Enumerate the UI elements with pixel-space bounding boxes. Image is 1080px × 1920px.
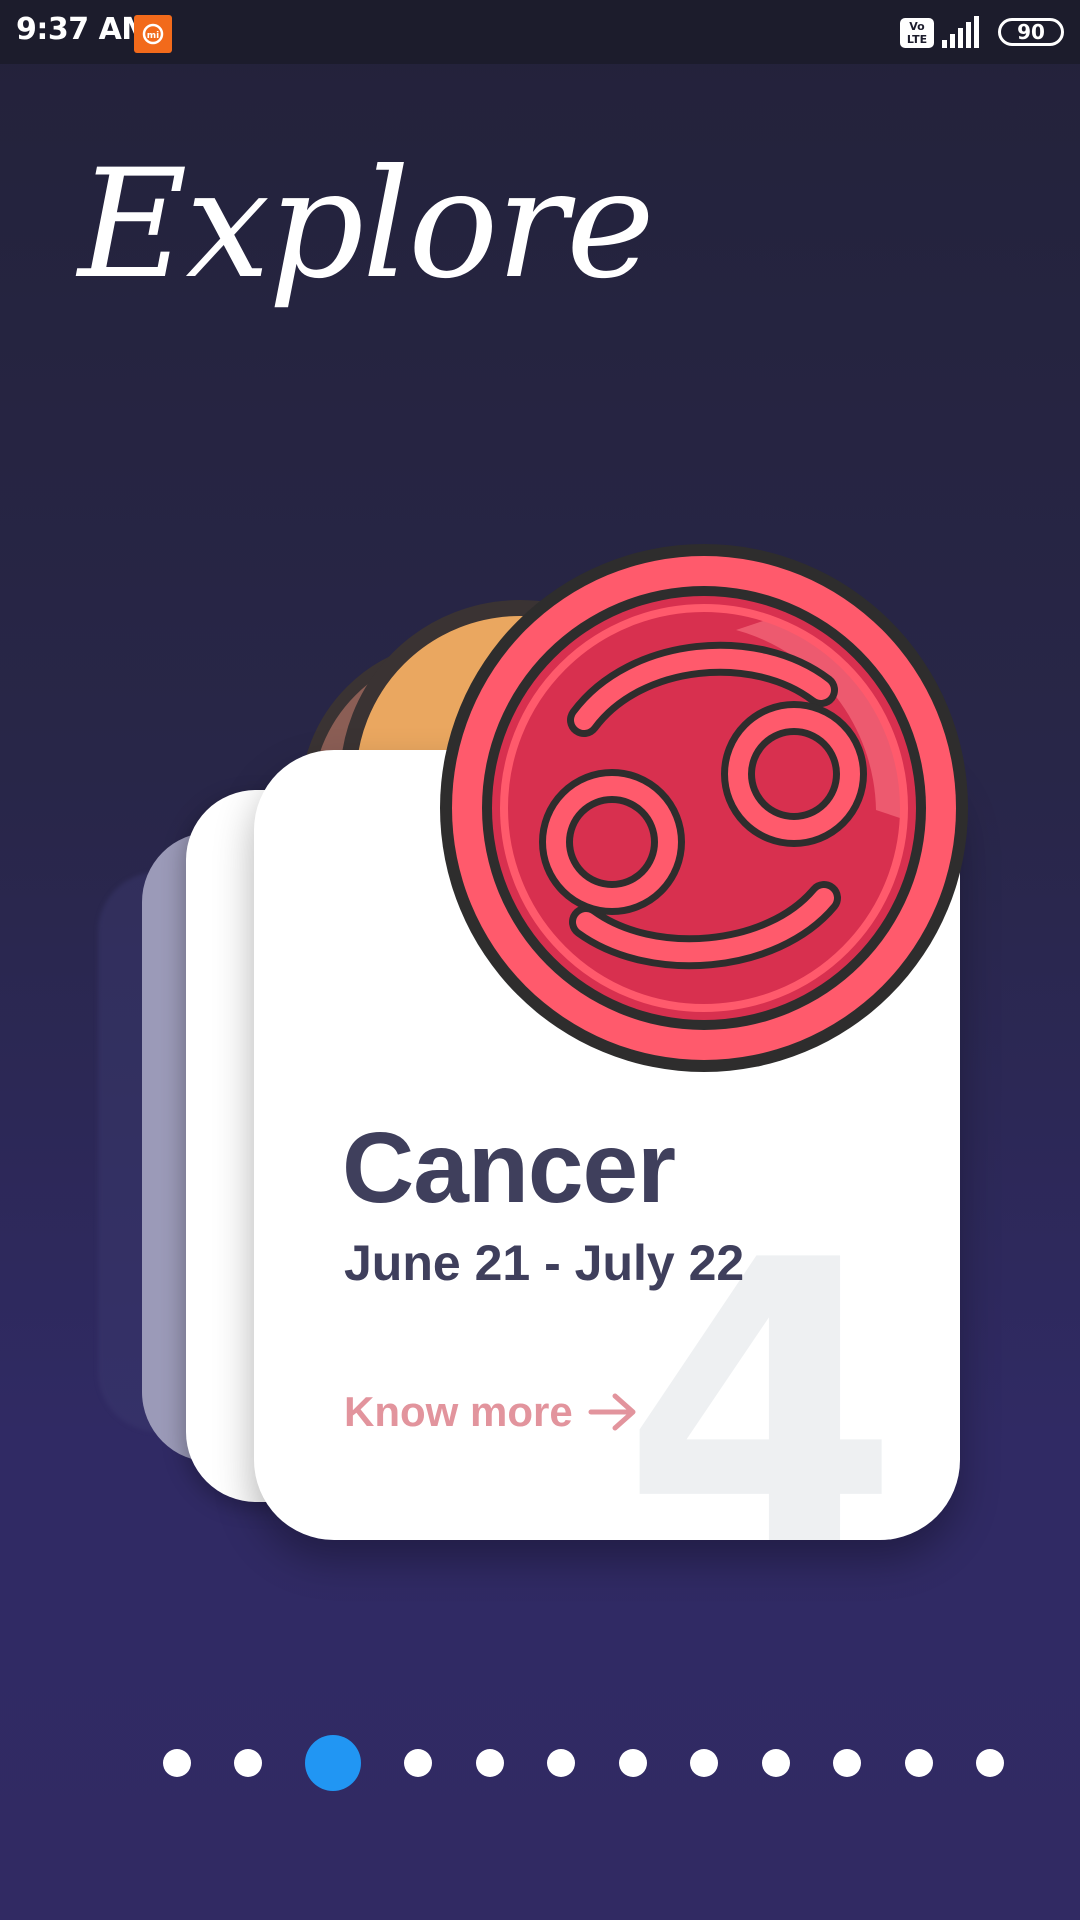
arrow-right-icon xyxy=(588,1393,636,1431)
page-dot-active[interactable] xyxy=(305,1735,361,1791)
page-dot[interactable] xyxy=(234,1749,262,1777)
page-dot[interactable] xyxy=(690,1749,718,1777)
sign-dates: June 21 - July 22 xyxy=(344,1235,745,1291)
page-dot[interactable] xyxy=(905,1749,933,1777)
status-bar: 9:37 AM mi Vo LTE 90 xyxy=(0,0,1080,64)
page-dot[interactable] xyxy=(476,1749,504,1777)
know-more-button[interactable]: Know more xyxy=(344,1390,639,1434)
volte-icon: Vo LTE xyxy=(900,18,934,48)
page-dot[interactable] xyxy=(762,1749,790,1777)
page-dot[interactable] xyxy=(833,1749,861,1777)
page-dot[interactable] xyxy=(619,1749,647,1777)
cancer-zodiac-icon xyxy=(440,544,968,1072)
battery-icon: 90 xyxy=(998,18,1064,46)
know-more-label: Know more xyxy=(344,1388,573,1435)
page-dot[interactable] xyxy=(404,1749,432,1777)
mi-notification-icon: mi xyxy=(134,15,172,53)
signal-strength-icon xyxy=(942,16,982,48)
status-time: 9:37 AM xyxy=(16,12,151,47)
page-dot[interactable] xyxy=(163,1749,191,1777)
page-indicator xyxy=(0,1735,1080,1791)
page-title: Explore xyxy=(78,138,655,312)
sign-name: Cancer xyxy=(342,1112,676,1224)
page-dot[interactable] xyxy=(976,1749,1004,1777)
page-dot[interactable] xyxy=(547,1749,575,1777)
svg-text:mi: mi xyxy=(147,31,159,41)
explore-screen: 9:37 AM mi Vo LTE 90 Explore 4 Cancer Ju… xyxy=(0,0,1080,1920)
